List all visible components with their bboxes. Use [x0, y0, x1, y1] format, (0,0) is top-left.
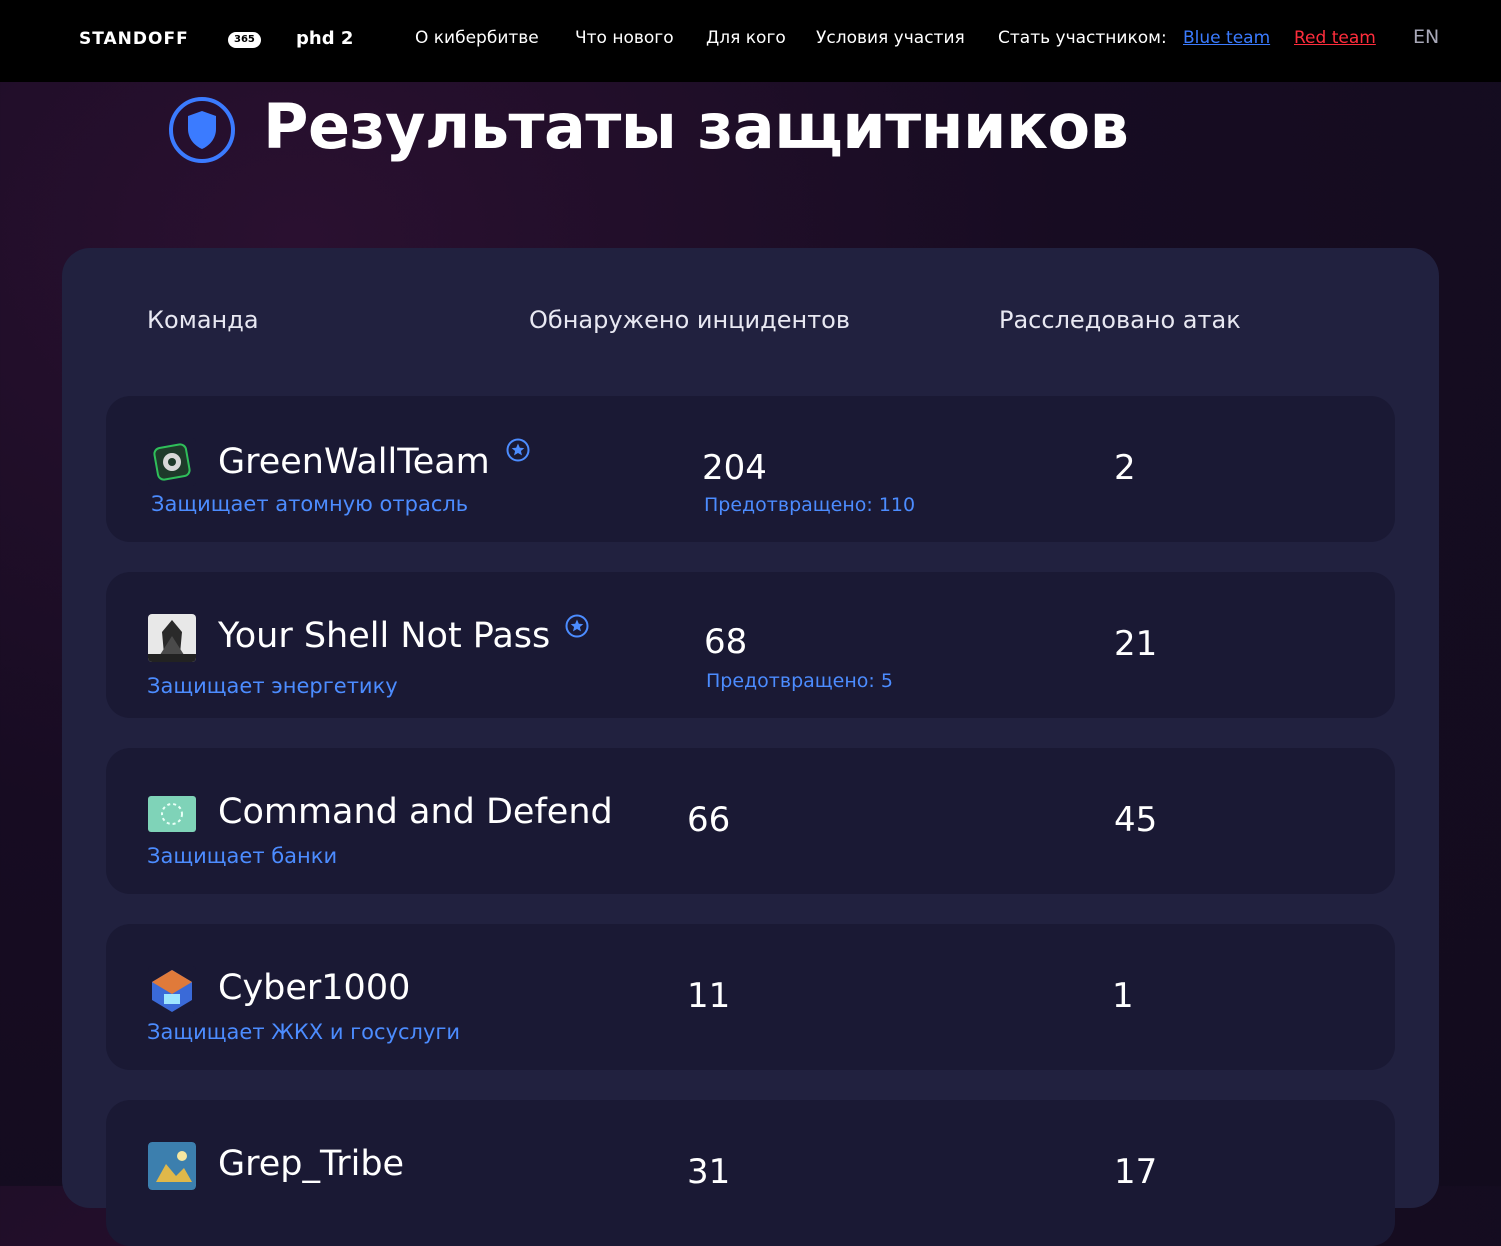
language-switch[interactable]: EN [1413, 26, 1439, 48]
table-row[interactable]: GreenWallTeam Защищает атомную отрасль 2… [106, 396, 1395, 542]
team-avatar [148, 966, 196, 1014]
incidents-count: 68 [704, 622, 748, 662]
team-name: Your Shell Not Pass [218, 616, 551, 656]
team-name: GreenWallTeam [218, 442, 490, 482]
attacks-count: 1 [1112, 976, 1134, 1016]
standoff-logo-badge: 365 [228, 32, 261, 48]
column-header-incidents: Обнаружено инцидентов [529, 306, 850, 334]
attacks-count: 21 [1114, 624, 1158, 664]
star-icon [506, 438, 530, 462]
team-name: Grep_Tribe [218, 1144, 405, 1184]
join-label: Стать участником: [998, 28, 1167, 48]
star-icon [565, 614, 589, 638]
shield-icon [169, 97, 235, 163]
table-row[interactable]: Grep_Tribe 31 17 [106, 1100, 1395, 1246]
incidents-count: 66 [687, 800, 731, 840]
team-name: Cyber1000 [218, 968, 411, 1008]
table-row[interactable]: Command and Defend Защищает банки 66 45 [106, 748, 1395, 894]
team-name: Command and Defend [218, 792, 613, 832]
incidents-count: 31 [687, 1152, 731, 1192]
team-avatar [148, 614, 196, 662]
team-avatar [148, 1142, 196, 1190]
nav-about[interactable]: О кибербитве [415, 28, 539, 48]
incidents-count: 11 [687, 976, 731, 1016]
column-header-attacks: Расследовано атак [999, 306, 1241, 334]
nav-terms[interactable]: Условия участия [816, 28, 965, 48]
nav-for-whom[interactable]: Для кого [706, 28, 786, 48]
team-sector: Защищает атомную отрасль [151, 492, 469, 516]
column-header-team: Команда [147, 306, 259, 334]
team-avatar [148, 438, 196, 486]
prevented-count: Предотвращено: 110 [704, 494, 916, 516]
team-sector: Защищает энергетику [147, 674, 398, 698]
standoff-logo[interactable]: STANDOFF [79, 29, 189, 49]
team-sector: Защищает ЖКХ и госуслуги [147, 1020, 461, 1044]
table-row[interactable]: Cyber1000 Защищает ЖКХ и госуслуги 11 1 [106, 924, 1395, 1070]
blue-team-link[interactable]: Blue team [1183, 28, 1270, 48]
attacks-count: 2 [1114, 448, 1136, 488]
team-avatar [148, 796, 196, 832]
page-title: Результаты защитников [263, 90, 1129, 163]
incidents-count: 204 [702, 448, 767, 488]
red-team-link[interactable]: Red team [1294, 28, 1376, 48]
attacks-count: 17 [1114, 1152, 1158, 1192]
nav-whats-new[interactable]: Что нового [575, 28, 674, 48]
prevented-count: Предотвращено: 5 [706, 670, 893, 692]
phd-logo[interactable]: phd 2 [296, 28, 353, 49]
attacks-count: 45 [1114, 800, 1158, 840]
top-navigation-bar: STANDOFF 365 phd 2 О кибербитве Что ново… [0, 0, 1501, 82]
table-row[interactable]: Your Shell Not Pass Защищает энергетику … [106, 572, 1395, 718]
team-sector: Защищает банки [147, 844, 338, 868]
